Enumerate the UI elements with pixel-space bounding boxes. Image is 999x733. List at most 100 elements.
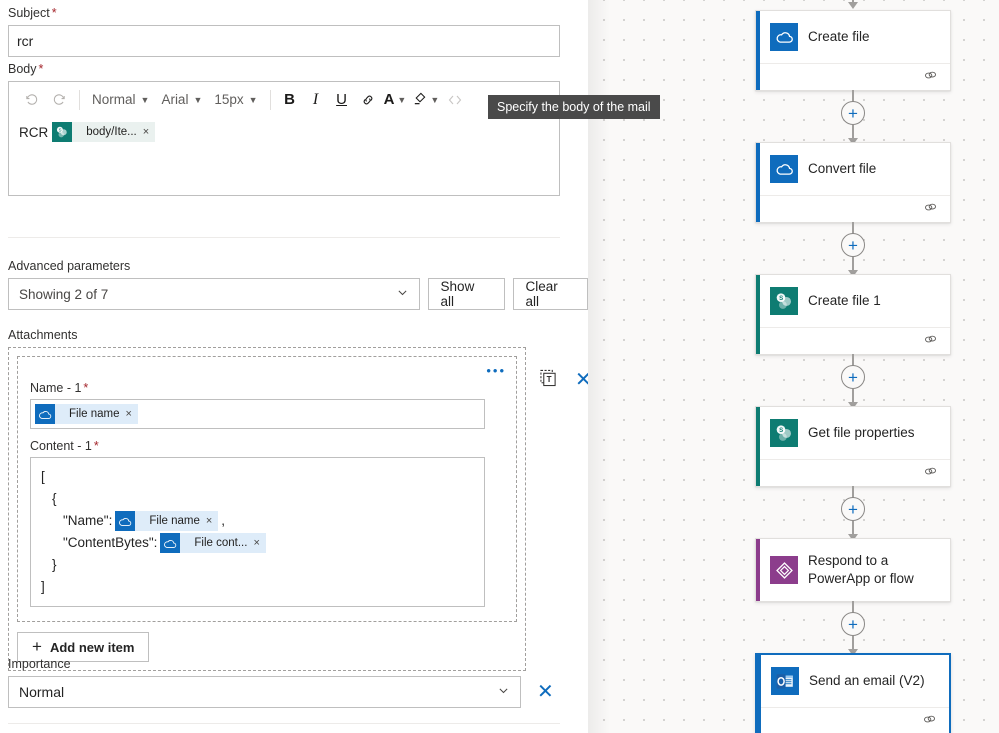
code-line: ]	[41, 576, 474, 598]
token-remove-icon[interactable]: ×	[143, 126, 155, 138]
font-size-value: 15px	[214, 92, 244, 107]
flow-node-send-an-email[interactable]: Send an email (V2)	[755, 653, 951, 733]
flow-node-respond-to-powerapp[interactable]: Respond to a PowerApp or flow	[755, 538, 951, 602]
node-footer	[757, 707, 949, 733]
code-text: {	[52, 491, 57, 506]
importance-value: Normal	[19, 684, 65, 700]
text-mode-icon[interactable]: T	[540, 369, 557, 390]
node-title: Respond to a PowerApp or flow	[808, 553, 914, 586]
token-label: File name	[149, 515, 200, 527]
flow-node-create-file-1[interactable]: S Create file 1	[755, 274, 951, 355]
code-text: [	[41, 469, 45, 484]
flow-node-create-file[interactable]: Create file	[755, 10, 951, 91]
node-accent-bar	[756, 11, 760, 90]
link-icon[interactable]	[923, 465, 938, 481]
token-remove-icon[interactable]: ×	[206, 510, 218, 532]
link-icon[interactable]	[923, 201, 938, 217]
code-text-suffix: ,	[221, 513, 226, 528]
node-title: Get file properties	[808, 425, 915, 440]
undo-icon[interactable]	[17, 86, 45, 114]
node-footer	[756, 459, 950, 486]
node-accent-bar	[756, 539, 760, 601]
powerapps-icon	[770, 556, 798, 584]
token-remove-icon[interactable]: ×	[126, 408, 138, 420]
link-icon[interactable]	[923, 69, 938, 85]
attachment-name-label: Name - 1 *	[30, 381, 504, 395]
add-step-button[interactable]: +	[841, 612, 865, 636]
sharepoint-icon: S	[52, 122, 73, 142]
node-footer	[756, 195, 950, 222]
sharepoint-icon: S	[770, 419, 798, 447]
add-new-item-label: Add new item	[49, 639, 135, 655]
flow-node-convert-file[interactable]: Convert file	[755, 142, 951, 223]
attachment-content-label: Content - 1 *	[30, 439, 504, 453]
token-label: body/Ite...	[86, 126, 137, 138]
subject-input[interactable]: rcr	[8, 25, 560, 57]
dynamic-content-token[interactable]: S body/Ite... ×	[52, 122, 156, 142]
add-step-button[interactable]: +	[841, 101, 865, 125]
chevron-down-icon: ▼	[140, 94, 150, 105]
paragraph-style-dropdown[interactable]: Normal ▼	[86, 87, 155, 113]
attachment-item-container: ••• Name - 1 * File name × Content - 1 *…	[17, 356, 517, 622]
clear-all-button[interactable]: Clear all	[512, 278, 588, 310]
sharepoint-icon: S	[770, 287, 798, 315]
advanced-parameters-dropdown[interactable]: Showing 2 of 7	[8, 278, 420, 310]
svg-text:S: S	[779, 427, 783, 434]
required-asterisk: *	[83, 381, 89, 395]
node-footer	[756, 63, 950, 90]
body-rich-text-editor[interactable]: Normal ▼ Arial ▼ 15px ▼ B I U A ▼ ▼ RCR …	[8, 81, 560, 196]
required-asterisk: *	[51, 6, 57, 20]
node-header: S Get file properties	[756, 407, 950, 459]
add-step-button[interactable]: +	[841, 497, 865, 521]
attachments-label: Attachments	[8, 328, 78, 342]
dynamic-content-token[interactable]: File cont... ×	[160, 533, 266, 553]
attachment-name-input[interactable]: File name ×	[30, 399, 485, 429]
body-text-prefix: RCR	[19, 124, 49, 140]
font-color-dropdown[interactable]: A ▼	[381, 87, 410, 113]
font-family-dropdown[interactable]: Arial ▼	[155, 87, 208, 113]
chevron-down-icon: ▼	[193, 94, 203, 105]
onedrive-icon	[770, 155, 798, 183]
plus-icon: +	[848, 235, 858, 255]
node-accent-bar	[756, 275, 760, 354]
node-accent-bar	[756, 407, 760, 486]
link-icon[interactable]	[923, 333, 938, 349]
required-asterisk: *	[93, 439, 99, 453]
importance-dropdown[interactable]: Normal	[8, 676, 521, 708]
font-size-dropdown[interactable]: 15px ▼	[208, 87, 263, 113]
onedrive-icon	[35, 404, 55, 424]
link-icon[interactable]	[355, 87, 381, 113]
highlight-icon	[412, 91, 427, 109]
required-asterisk: *	[38, 62, 44, 76]
link-icon[interactable]	[922, 713, 937, 729]
bold-icon[interactable]: B	[277, 87, 303, 113]
subject-input-value: rcr	[17, 33, 34, 49]
highlight-color-dropdown[interactable]: ▼	[409, 87, 442, 113]
node-header: Respond to a PowerApp or flow	[756, 539, 950, 601]
body-content[interactable]: RCR S body/Ite... ×	[9, 117, 559, 147]
dynamic-content-token[interactable]: File name ×	[115, 510, 219, 532]
attachment-more-menu[interactable]: •••	[486, 363, 506, 378]
advanced-parameters-label: Advanced parameters	[8, 259, 131, 273]
node-title: Create file 1	[808, 293, 881, 308]
node-title: Convert file	[808, 161, 877, 176]
attachments-array-container: ••• Name - 1 * File name × Content - 1 *…	[8, 347, 526, 671]
italic-icon[interactable]: I	[303, 87, 329, 113]
subject-label: Subject *	[8, 5, 560, 21]
code-line: "ContentBytes": File cont... ×	[41, 532, 474, 554]
advanced-parameters-value: Showing 2 of 7	[19, 286, 109, 302]
token-remove-icon[interactable]: ×	[253, 532, 265, 554]
add-step-button[interactable]: +	[841, 233, 865, 257]
attachment-name-label-text: Name - 1	[30, 381, 82, 395]
flow-node-get-file-properties[interactable]: S Get file properties	[755, 406, 951, 487]
code-view-icon[interactable]	[442, 87, 468, 113]
delete-importance-button[interactable]: ✕	[537, 682, 554, 702]
redo-icon[interactable]	[45, 86, 73, 114]
show-all-button[interactable]: Show all	[427, 278, 505, 310]
dynamic-content-token[interactable]: File name ×	[35, 404, 138, 424]
attachment-content-input[interactable]: [ { "Name": File name × , "ContentBytes"…	[30, 457, 485, 607]
underline-icon[interactable]: U	[329, 87, 355, 113]
delete-attachments-button[interactable]: ✕	[575, 370, 588, 390]
toolbar-divider	[79, 89, 80, 110]
add-step-button[interactable]: +	[841, 365, 865, 389]
